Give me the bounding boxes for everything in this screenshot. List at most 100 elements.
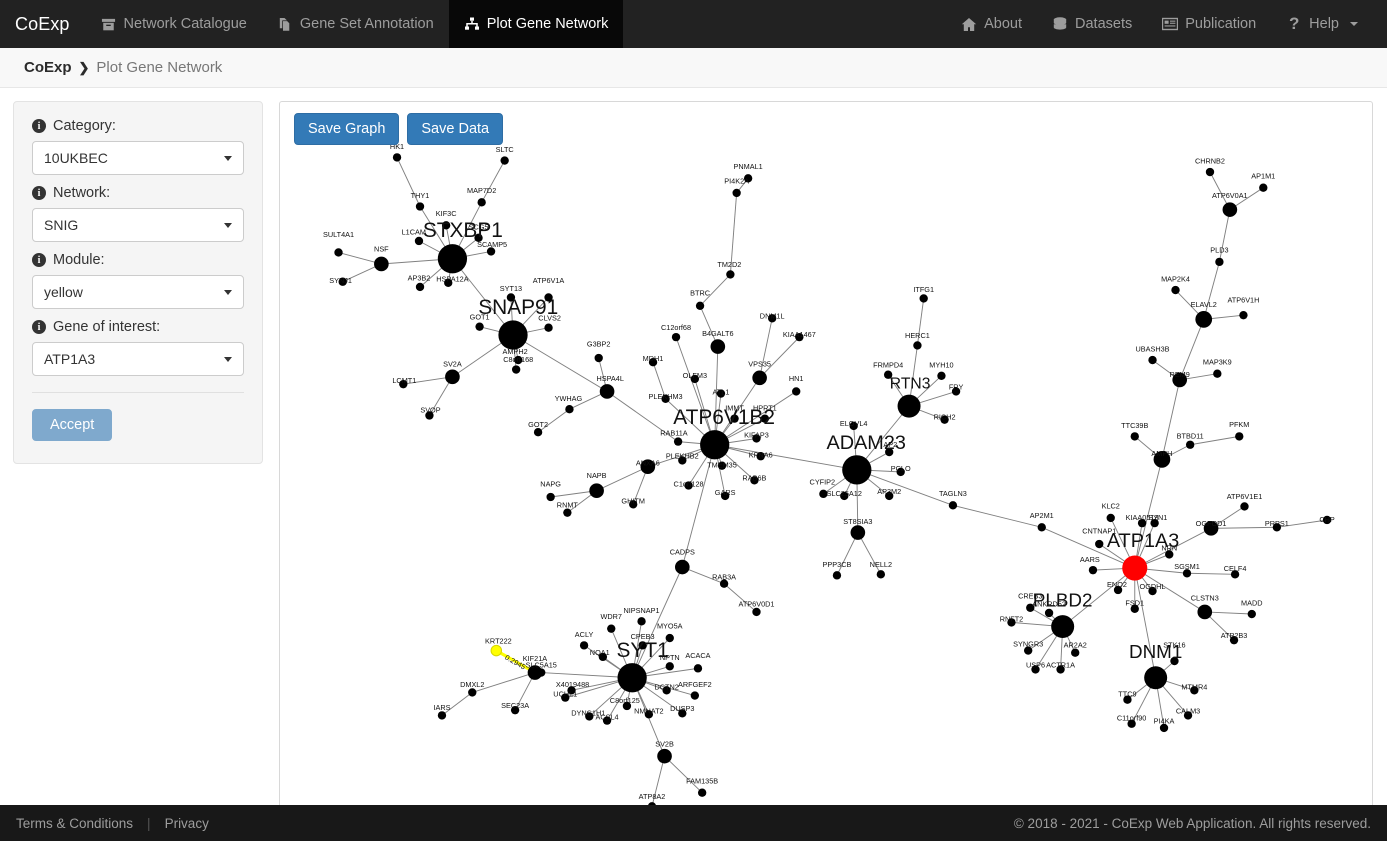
gene-node[interactable] <box>919 294 928 303</box>
nav-gene-set-annotation[interactable]: Gene Set Annotation <box>262 0 449 48</box>
gene-node[interactable] <box>1239 310 1248 320</box>
gene-node[interactable] <box>589 483 604 499</box>
gene-node[interactable] <box>948 501 958 510</box>
brand-logo[interactable]: CoExp <box>0 0 86 48</box>
module-select[interactable]: yellow <box>32 275 244 309</box>
gene-node[interactable] <box>695 301 705 310</box>
info-icon[interactable]: i <box>32 119 46 133</box>
gene-node[interactable] <box>500 156 509 165</box>
gene-node[interactable] <box>468 688 477 697</box>
gene-node[interactable] <box>1088 565 1098 575</box>
graph-edge[interactable] <box>759 318 773 378</box>
gene-node[interactable] <box>937 371 946 380</box>
gene-node[interactable] <box>710 339 726 354</box>
gene-node[interactable] <box>445 369 460 385</box>
graph-edge[interactable] <box>1203 261 1220 320</box>
gene-node[interactable] <box>1106 513 1115 523</box>
nav-network-catalogue[interactable]: Network Catalogue <box>86 0 262 48</box>
gene-node[interactable] <box>665 662 674 671</box>
gene-node[interactable] <box>842 455 872 485</box>
gene-node[interactable] <box>546 492 555 502</box>
network-select[interactable]: SNIG <box>32 208 244 242</box>
gene-node[interactable] <box>544 323 553 332</box>
gene-node[interactable] <box>690 691 700 700</box>
gene-node[interactable] <box>607 624 616 633</box>
gene-node[interactable] <box>1197 604 1213 620</box>
gene-node[interactable] <box>671 332 681 342</box>
gene-node[interactable] <box>752 607 761 617</box>
gene-node[interactable] <box>1222 202 1238 217</box>
gene-node[interactable] <box>415 282 425 292</box>
gene-node[interactable] <box>533 428 543 437</box>
gene-node[interactable] <box>1148 355 1157 365</box>
gene-node[interactable] <box>1122 555 1148 581</box>
graph-edge[interactable] <box>481 160 506 203</box>
gene-node[interactable] <box>674 559 690 575</box>
gene-node[interactable] <box>1144 666 1168 690</box>
nav-help[interactable]: ? Help <box>1271 0 1373 48</box>
info-icon[interactable]: i <box>32 186 46 200</box>
gene-node[interactable] <box>599 384 615 399</box>
gene-node[interactable] <box>850 525 866 540</box>
nav-plot-gene-network[interactable]: Plot Gene Network <box>448 0 624 48</box>
gene-node[interactable] <box>477 198 486 207</box>
gene-node[interactable] <box>1171 285 1180 295</box>
graph-edge[interactable] <box>1187 572 1236 575</box>
terms-link[interactable]: Terms & Conditions <box>16 816 133 831</box>
gene-node[interactable] <box>697 788 707 797</box>
graph-edge[interactable] <box>759 336 800 379</box>
nav-about[interactable]: About <box>946 0 1037 48</box>
save-graph-button[interactable]: Save Graph <box>294 113 400 145</box>
info-icon[interactable]: i <box>32 253 46 267</box>
gene-node[interactable] <box>1051 615 1075 639</box>
gene-node[interactable] <box>1205 167 1215 177</box>
gene-node[interactable] <box>475 322 484 331</box>
gene-node[interactable] <box>1071 648 1080 657</box>
gene-node[interactable] <box>490 644 503 657</box>
gene-node[interactable] <box>1130 432 1139 441</box>
nav-publication[interactable]: Publication <box>1147 0 1271 48</box>
gene-node[interactable] <box>1259 183 1268 192</box>
gene-node[interactable] <box>1235 432 1244 441</box>
gene-node[interactable] <box>693 664 703 673</box>
breadcrumb-home[interactable]: CoExp <box>24 59 72 76</box>
category-select[interactable]: 10UKBEC <box>32 141 244 175</box>
nav-datasets[interactable]: Datasets <box>1037 0 1147 48</box>
graph-edge[interactable] <box>856 469 954 506</box>
gene-node[interactable] <box>897 394 921 418</box>
gene-node[interactable] <box>1095 539 1104 549</box>
gene-node[interactable] <box>617 663 647 693</box>
save-data-button[interactable]: Save Data <box>407 113 504 145</box>
graph-edge[interactable] <box>664 755 703 794</box>
gene-node[interactable] <box>565 405 574 414</box>
gene-node[interactable] <box>511 365 521 374</box>
gene-node[interactable] <box>752 370 767 386</box>
gene-node[interactable] <box>1037 523 1046 532</box>
info-icon[interactable]: i <box>32 320 46 334</box>
gene-node[interactable] <box>1215 257 1224 267</box>
gene-node[interactable] <box>374 256 389 272</box>
accept-button[interactable]: Accept <box>32 409 113 441</box>
gene-node[interactable] <box>1240 502 1249 511</box>
gene-node[interactable] <box>437 244 468 274</box>
gene-node[interactable] <box>726 270 735 279</box>
gene-node[interactable] <box>498 320 528 350</box>
gene-node[interactable] <box>334 248 343 257</box>
gene-node[interactable] <box>392 153 402 162</box>
gene-node[interactable] <box>732 188 741 198</box>
graph-edge[interactable] <box>1161 379 1181 460</box>
gene-node[interactable] <box>563 508 572 517</box>
gene-node[interactable] <box>1247 609 1256 619</box>
gene-node[interactable] <box>1195 310 1213 328</box>
gene-node[interactable] <box>792 387 801 396</box>
gene-node[interactable] <box>1213 369 1222 378</box>
gene-node[interactable] <box>832 571 842 580</box>
gene-node[interactable] <box>700 430 730 460</box>
gene-node[interactable] <box>657 748 672 764</box>
gene-node[interactable] <box>913 341 922 350</box>
gene-node[interactable] <box>437 711 447 720</box>
gene-node[interactable] <box>415 202 425 211</box>
gene-node[interactable] <box>637 617 646 626</box>
gene-node[interactable] <box>876 570 886 579</box>
graph-edge[interactable] <box>952 504 1042 528</box>
